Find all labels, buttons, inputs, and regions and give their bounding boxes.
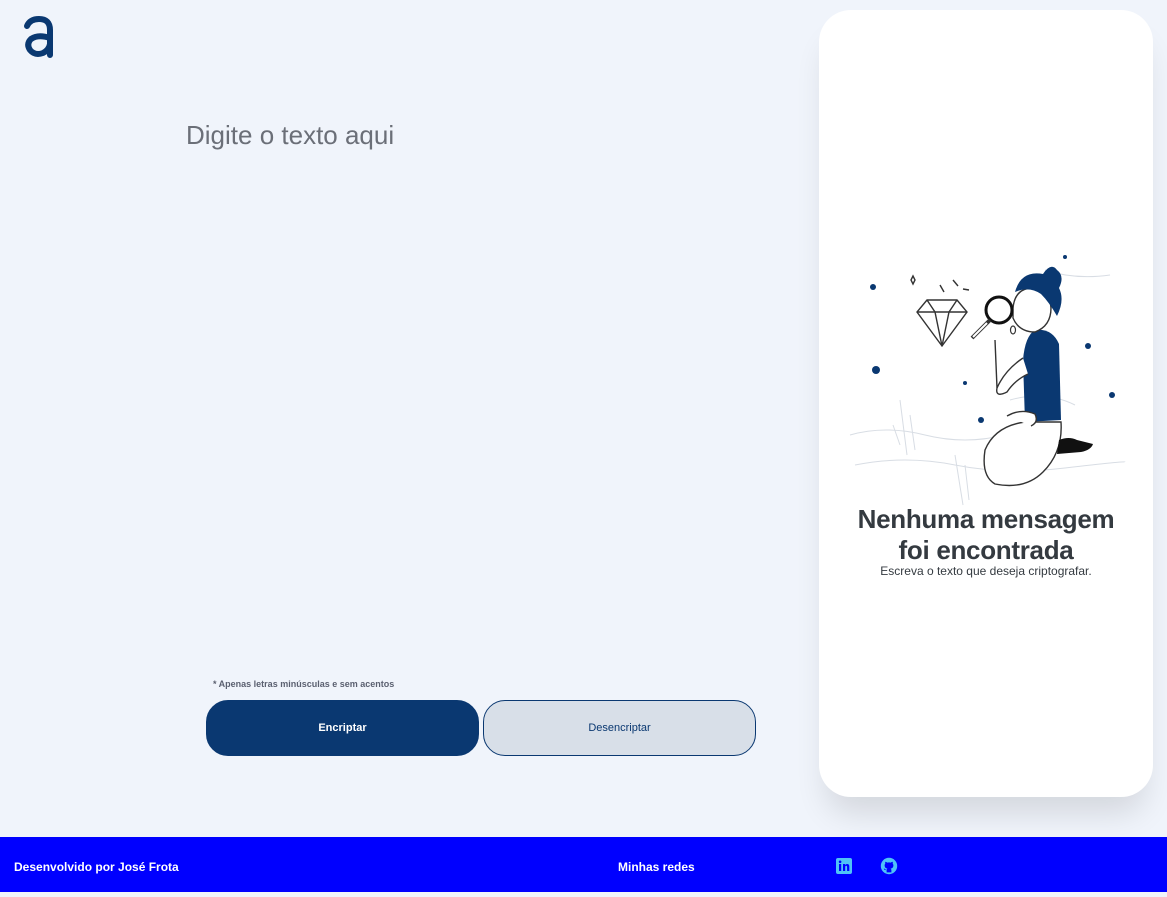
footer-networks-label: Minhas redes bbox=[618, 860, 695, 874]
message-input[interactable] bbox=[186, 120, 766, 640]
brand-logo bbox=[24, 16, 53, 58]
output-title-line2: foi encontrada bbox=[898, 535, 1074, 565]
encrypt-button[interactable]: Encriptar bbox=[206, 700, 479, 756]
github-icon[interactable] bbox=[880, 857, 898, 875]
output-title-line1: Nenhuma mensagem bbox=[857, 504, 1115, 534]
output-subtitle: Escreva o texto que deseja criptografar. bbox=[880, 564, 1092, 578]
output-title: Nenhuma mensagem foi encontrada bbox=[819, 504, 1153, 566]
search-illustration bbox=[849, 255, 1126, 506]
footer-credit: Desenvolvido por José Frota bbox=[14, 860, 179, 874]
output-panel: Nenhuma mensagem foi encontrada Escreva … bbox=[819, 10, 1153, 797]
linkedin-icon[interactable] bbox=[835, 857, 853, 875]
input-hint: * Apenas letras minúsculas e sem acentos bbox=[213, 679, 394, 689]
decrypt-button[interactable]: Desencriptar bbox=[483, 700, 756, 756]
hint-text: * Apenas letras minúsculas e sem acentos bbox=[213, 679, 395, 689]
site-footer: Desenvolvido por José Frota Minhas redes bbox=[0, 837, 1167, 892]
